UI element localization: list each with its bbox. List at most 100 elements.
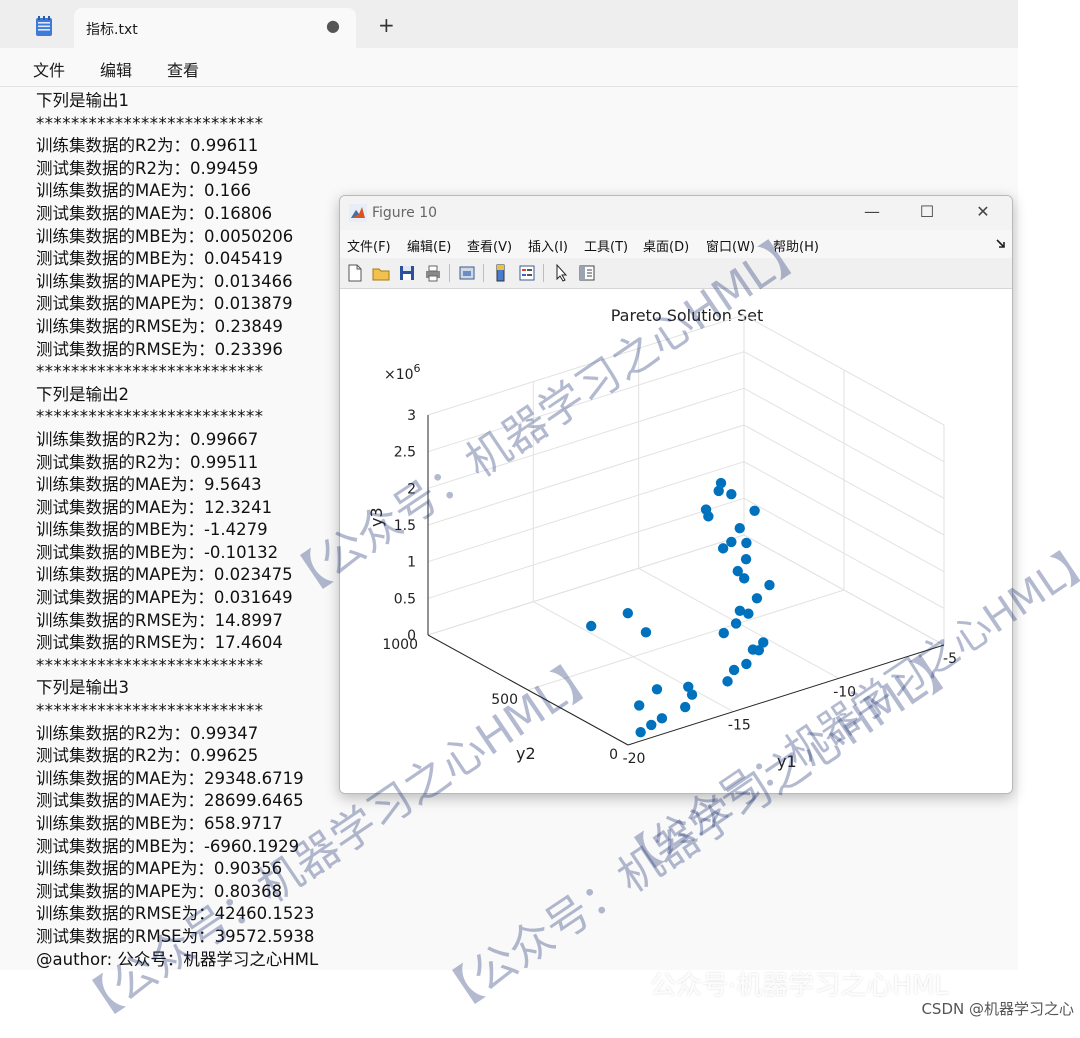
scatter-point bbox=[680, 701, 691, 713]
scatter-point bbox=[722, 676, 733, 687]
new-tab-button[interactable]: + bbox=[378, 15, 395, 35]
menu-view[interactable]: 查看 bbox=[167, 57, 199, 81]
scatter-point bbox=[718, 627, 729, 639]
text-line: 训练集数据的MAPE为：0.90356 bbox=[36, 859, 283, 879]
x-axis-label: y1 bbox=[777, 752, 797, 771]
text-line: 下列是输出3 bbox=[36, 678, 129, 698]
text-line: 测试集数据的MAPE为：0.031649 bbox=[36, 588, 293, 608]
notepad-menubar: 文件 编辑 查看 bbox=[0, 48, 1018, 87]
toolbar-separator bbox=[449, 264, 450, 282]
save-icon[interactable] bbox=[396, 262, 418, 284]
scatter-point bbox=[633, 700, 645, 711]
text-line: ************************** bbox=[36, 113, 264, 133]
text-line: 训练集数据的R2为：0.99611 bbox=[36, 136, 259, 156]
maximize-button[interactable]: ☐ bbox=[917, 202, 937, 222]
text-line: 测试集数据的R2为：0.99625 bbox=[36, 746, 259, 766]
scatter-point bbox=[728, 664, 740, 676]
y-tick-label: 0 bbox=[609, 747, 618, 763]
text-line: 训练集数据的MAE为：9.5643 bbox=[36, 475, 262, 495]
fig-menu-edit[interactable]: 编辑(E) bbox=[407, 236, 451, 255]
bottom-watermark: 公众号·机器学习之心HML bbox=[650, 971, 949, 1001]
z-tick-label: 1 bbox=[407, 555, 416, 571]
fig-menu-window[interactable]: 窗口(W) bbox=[706, 236, 755, 255]
text-line: @author: 公众号：机器学习之心HML bbox=[36, 949, 319, 969]
z-axis-label: y3 bbox=[367, 507, 386, 527]
grid-line bbox=[427, 314, 745, 416]
grid-line bbox=[427, 461, 745, 563]
scatter-point bbox=[732, 565, 743, 577]
axis-ticks: -20-15-10-50500100000.511.522.53 bbox=[382, 408, 957, 767]
plot-title: Pareto Solution Set bbox=[611, 306, 764, 325]
minimize-button[interactable]: — bbox=[862, 202, 882, 222]
z-tick-label: 0.5 bbox=[394, 591, 416, 607]
print-icon[interactable] bbox=[422, 262, 444, 284]
fig-menu-file[interactable]: 文件(F) bbox=[347, 236, 391, 255]
new-figure-icon[interactable] bbox=[344, 262, 366, 284]
close-button[interactable]: ✕ bbox=[973, 202, 993, 222]
scatter-point bbox=[651, 684, 663, 695]
document-text-area[interactable]: 下列是输出1 ************************** 训练集数据的R2… bbox=[36, 90, 356, 971]
scatter-point bbox=[741, 658, 752, 670]
grid-line bbox=[427, 424, 745, 526]
file-tab[interactable]: 指标.txt ● bbox=[74, 8, 356, 48]
grid-line bbox=[427, 497, 745, 599]
notepad-icon bbox=[36, 16, 52, 36]
colorbar-icon[interactable] bbox=[490, 262, 512, 284]
text-line: 测试集数据的RMSE为：17.4604 bbox=[36, 633, 283, 653]
text-line: 训练集数据的MBE为：658.9717 bbox=[36, 814, 283, 833]
z-tick-label: 2 bbox=[407, 481, 416, 497]
text-line: 测试集数据的MBE为：-6960.1929 bbox=[36, 836, 300, 856]
z-multiplier-exponent: 6 bbox=[414, 362, 421, 375]
menu-edit[interactable]: 编辑 bbox=[100, 57, 132, 81]
text-line: 训练集数据的R2为：0.99667 bbox=[36, 429, 259, 449]
text-line: 训练集数据的RMSE为：0.23849 bbox=[36, 316, 283, 336]
text-line: ************************** bbox=[36, 407, 264, 427]
scatter-point bbox=[734, 605, 746, 616]
z-tick-label: 2.5 bbox=[394, 445, 416, 461]
text-line: 测试集数据的MAE为：28699.6465 bbox=[36, 791, 304, 811]
scatter-point bbox=[749, 505, 760, 516]
toolbar-separator bbox=[483, 264, 484, 282]
fig-menu-tools[interactable]: 工具(T) bbox=[584, 236, 628, 255]
text-line: 测试集数据的MAE为：0.16806 bbox=[36, 203, 273, 223]
property-inspector-icon[interactable] bbox=[576, 262, 598, 284]
text-line: 训练集数据的MBE为：0.0050206 bbox=[36, 226, 294, 246]
text-line: 训练集数据的MAPE为：0.023475 bbox=[36, 565, 293, 585]
text-line: 测试集数据的MBE为：0.045419 bbox=[36, 249, 283, 269]
figure-titlebar: Figure 10 — ☐ ✕ bbox=[340, 196, 1012, 230]
y-axis-line bbox=[427, 634, 629, 746]
z-tick-label: 1.5 bbox=[394, 518, 416, 534]
text-line: 测试集数据的RMSE为：0.23396 bbox=[36, 339, 283, 359]
scatter-point bbox=[586, 620, 597, 632]
unsaved-indicator-icon[interactable]: ● bbox=[326, 16, 340, 35]
toolbar-separator bbox=[543, 264, 544, 282]
x-tick-label: -15 bbox=[728, 718, 751, 734]
scatter-point bbox=[730, 618, 742, 629]
fig-menu-help[interactable]: 帮助(H) bbox=[773, 236, 819, 255]
scatter-point bbox=[717, 543, 729, 554]
link-plot-icon[interactable] bbox=[456, 262, 478, 284]
z-multiplier-label: ×106 bbox=[384, 362, 421, 383]
scatter-point bbox=[751, 593, 763, 604]
grid-line bbox=[527, 589, 845, 691]
open-file-icon[interactable] bbox=[370, 262, 392, 284]
figure-menubar: 文件(F) 编辑(E) 查看(V) 插入(I) 工具(T) 桌面(D) 窗口(W… bbox=[340, 230, 1012, 258]
fig-menu-view[interactable]: 查看(V) bbox=[467, 236, 512, 255]
x-axis-line bbox=[627, 644, 945, 746]
scatter-point bbox=[622, 608, 634, 619]
text-line: 测试集数据的R2为：0.99459 bbox=[36, 158, 259, 178]
fig-menu-desktop[interactable]: 桌面(D) bbox=[643, 236, 689, 255]
fig-menu-insert[interactable]: 插入(I) bbox=[528, 236, 568, 255]
text-line: 训练集数据的MAPE为：0.013466 bbox=[36, 271, 293, 291]
scatter-point bbox=[686, 689, 698, 700]
legend-icon[interactable] bbox=[516, 262, 538, 284]
pareto-3d-scatter-plot: Pareto Solution Set -20-15-10-5050010000… bbox=[367, 306, 957, 771]
menu-file[interactable]: 文件 bbox=[33, 57, 65, 81]
x-tick-label: -10 bbox=[833, 684, 856, 700]
figure-canvas[interactable]: Pareto Solution Set -20 -15 -10 -5 0 500 1000 0… bbox=[340, 289, 1012, 793]
scatter-point bbox=[740, 554, 752, 565]
tab-title: 指标.txt bbox=[86, 22, 138, 38]
z-tick-label: 0 bbox=[407, 628, 416, 644]
edit-plot-arrow-icon[interactable] bbox=[550, 262, 572, 284]
dock-arrow-icon[interactable] bbox=[996, 239, 1006, 249]
